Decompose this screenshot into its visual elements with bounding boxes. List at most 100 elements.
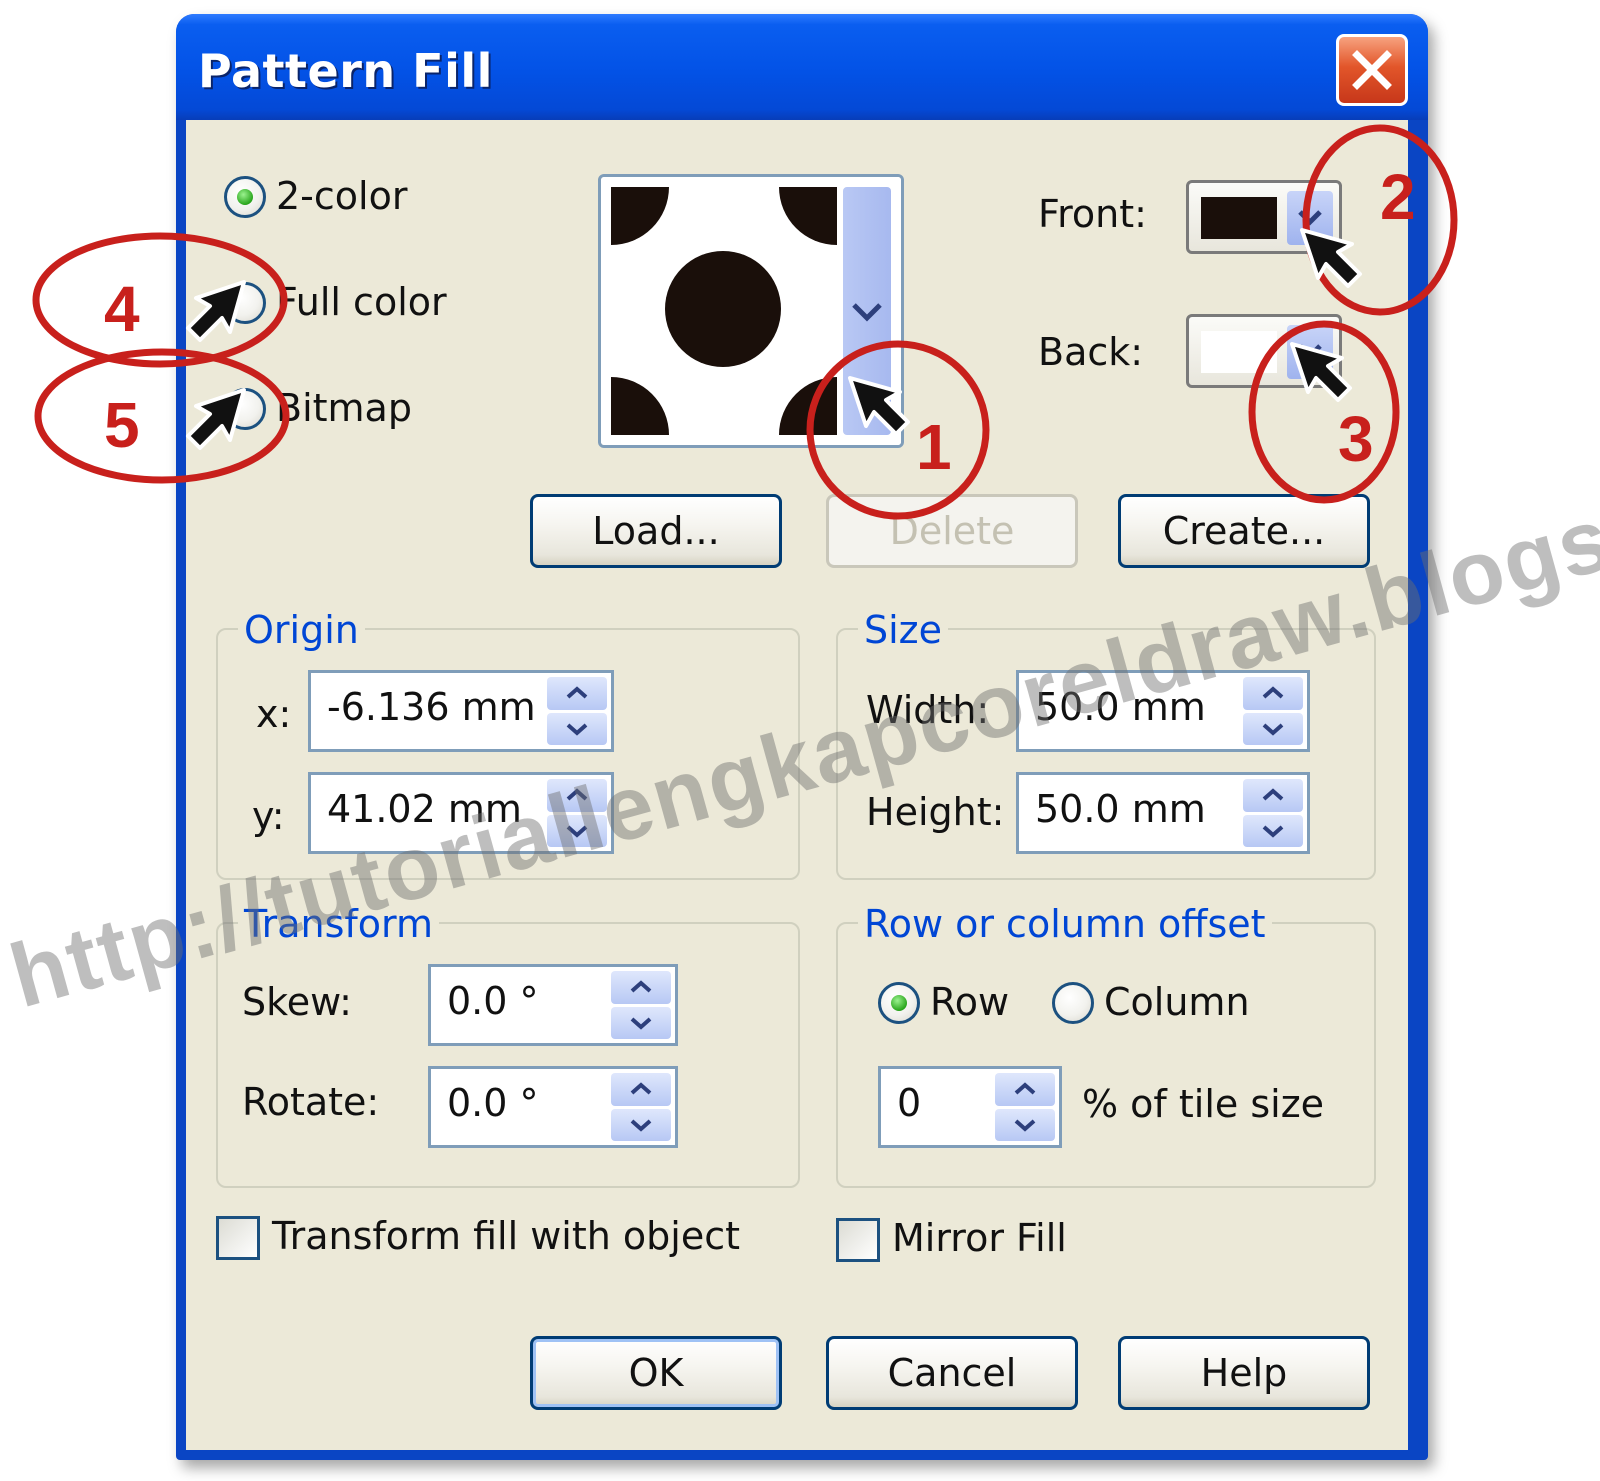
origin-y-spinbox[interactable]: 41.02 mm bbox=[308, 772, 614, 854]
rotate-label: Rotate: bbox=[242, 1080, 380, 1124]
chevron-up-icon bbox=[566, 686, 588, 699]
close-button[interactable] bbox=[1336, 34, 1408, 106]
spin-down-button[interactable] bbox=[1243, 712, 1303, 745]
chevron-down-icon bbox=[1262, 825, 1284, 838]
origin-x-input[interactable]: -6.136 mm bbox=[327, 685, 536, 729]
chevron-down-icon bbox=[630, 1119, 652, 1132]
chevron-up-icon bbox=[630, 980, 652, 993]
offset-spinbox[interactable]: 0 bbox=[878, 1066, 1062, 1148]
annotation-number-2: 2 bbox=[1380, 161, 1416, 233]
spin-up-button[interactable] bbox=[995, 1073, 1055, 1106]
chevron-down-icon bbox=[566, 723, 588, 736]
close-icon bbox=[1352, 50, 1392, 90]
transform-fill-label: Transform fill with object bbox=[272, 1214, 741, 1258]
ok-button[interactable]: OK bbox=[530, 1336, 782, 1410]
front-color-picker[interactable] bbox=[1186, 180, 1342, 254]
spin-down-button[interactable] bbox=[611, 1006, 671, 1039]
spin-up-button[interactable] bbox=[611, 971, 671, 1004]
height-input[interactable]: 50.0 mm bbox=[1035, 787, 1206, 831]
spin-down-button[interactable] bbox=[547, 712, 607, 745]
spin-up-button[interactable] bbox=[1243, 779, 1303, 812]
front-color-swatch bbox=[1201, 197, 1277, 239]
radio-row-label: Row bbox=[930, 980, 1010, 1024]
annotation-number-1: 1 bbox=[916, 411, 952, 483]
radio-bitmap-label: Bitmap bbox=[276, 386, 412, 430]
pattern-fill-dialog: Pattern Fill 2-color Full color Bitmap F… bbox=[176, 14, 1428, 1460]
transform-group-title: Transform bbox=[238, 902, 440, 946]
width-spinbox[interactable]: 50.0 mm bbox=[1016, 670, 1310, 752]
radio-2-color[interactable] bbox=[224, 176, 266, 218]
front-color-label: Front: bbox=[1038, 192, 1147, 236]
annotation-number-5: 5 bbox=[104, 389, 140, 461]
height-spinbox[interactable]: 50.0 mm bbox=[1016, 772, 1310, 854]
chevron-up-icon bbox=[1014, 1082, 1036, 1095]
back-color-label: Back: bbox=[1038, 330, 1144, 374]
rotate-spinbox[interactable]: 0.0 ° bbox=[428, 1066, 678, 1148]
chevron-down-icon bbox=[630, 1017, 652, 1030]
front-color-dropdown[interactable] bbox=[1287, 191, 1333, 245]
dialog-client-area: 2-color Full color Bitmap Front: Back: L… bbox=[186, 120, 1408, 1450]
offset-group bbox=[836, 922, 1376, 1188]
annotation-number-3: 3 bbox=[1338, 403, 1374, 475]
title-bar[interactable]: Pattern Fill bbox=[176, 14, 1428, 120]
chevron-up-icon bbox=[1262, 788, 1284, 801]
radio-full-color-label: Full color bbox=[276, 280, 447, 324]
delete-button[interactable]: Delete bbox=[826, 494, 1078, 568]
origin-y-label: y: bbox=[252, 794, 285, 838]
origin-x-label: x: bbox=[256, 692, 292, 736]
spin-down-button[interactable] bbox=[995, 1108, 1055, 1141]
tile-size-unit-label: % of tile size bbox=[1082, 1082, 1325, 1126]
origin-y-input[interactable]: 41.02 mm bbox=[327, 787, 522, 831]
width-label: Width: bbox=[866, 688, 990, 732]
chevron-up-icon bbox=[566, 788, 588, 801]
radio-full-color[interactable] bbox=[224, 282, 266, 324]
skew-input[interactable]: 0.0 ° bbox=[447, 979, 539, 1023]
offset-group-title: Row or column offset bbox=[858, 902, 1272, 946]
skew-label: Skew: bbox=[242, 980, 352, 1024]
origin-x-spinbox[interactable]: -6.136 mm bbox=[308, 670, 614, 752]
spin-down-button[interactable] bbox=[1243, 814, 1303, 847]
chevron-up-icon bbox=[1262, 686, 1284, 699]
spin-up-button[interactable] bbox=[547, 779, 607, 812]
back-color-picker[interactable] bbox=[1186, 314, 1342, 388]
back-color-swatch bbox=[1201, 331, 1277, 373]
radio-bitmap[interactable] bbox=[224, 388, 266, 430]
annotation-number-4: 4 bbox=[104, 273, 140, 345]
chevron-down-icon bbox=[852, 303, 882, 322]
radio-selected-dot bbox=[891, 995, 907, 1011]
offset-input[interactable]: 0 bbox=[897, 1081, 921, 1125]
load-button[interactable]: Load... bbox=[530, 494, 782, 568]
mirror-fill-checkbox[interactable] bbox=[836, 1218, 880, 1262]
cancel-button[interactable]: Cancel bbox=[826, 1336, 1078, 1410]
pattern-preview-picker[interactable] bbox=[598, 174, 904, 448]
radio-column-label: Column bbox=[1104, 980, 1250, 1024]
transform-group bbox=[216, 922, 800, 1188]
spin-up-button[interactable] bbox=[1243, 677, 1303, 710]
chevron-down-icon bbox=[566, 825, 588, 838]
skew-spinbox[interactable]: 0.0 ° bbox=[428, 964, 678, 1046]
spin-up-button[interactable] bbox=[547, 677, 607, 710]
pattern-dropdown-button[interactable] bbox=[843, 187, 891, 435]
chevron-up-icon bbox=[630, 1082, 652, 1095]
size-group-title: Size bbox=[858, 608, 949, 652]
window-title: Pattern Fill bbox=[198, 44, 493, 98]
chevron-down-icon bbox=[1298, 210, 1322, 226]
help-button[interactable]: Help bbox=[1118, 1336, 1370, 1410]
radio-2-color-label: 2-color bbox=[276, 174, 408, 218]
chevron-down-icon bbox=[1262, 723, 1284, 736]
mirror-fill-label: Mirror Fill bbox=[892, 1216, 1067, 1260]
spin-up-button[interactable] bbox=[611, 1073, 671, 1106]
chevron-down-icon bbox=[1298, 344, 1322, 360]
spin-down-button[interactable] bbox=[547, 814, 607, 847]
radio-row[interactable] bbox=[878, 982, 920, 1024]
chevron-down-icon bbox=[1014, 1119, 1036, 1132]
rotate-input[interactable]: 0.0 ° bbox=[447, 1081, 539, 1125]
width-input[interactable]: 50.0 mm bbox=[1035, 685, 1206, 729]
height-label: Height: bbox=[866, 790, 1005, 834]
origin-group-title: Origin bbox=[238, 608, 365, 652]
spin-down-button[interactable] bbox=[611, 1108, 671, 1141]
create-button[interactable]: Create... bbox=[1118, 494, 1370, 568]
back-color-dropdown[interactable] bbox=[1287, 325, 1333, 379]
transform-fill-checkbox[interactable] bbox=[216, 1216, 260, 1260]
radio-column[interactable] bbox=[1052, 982, 1094, 1024]
